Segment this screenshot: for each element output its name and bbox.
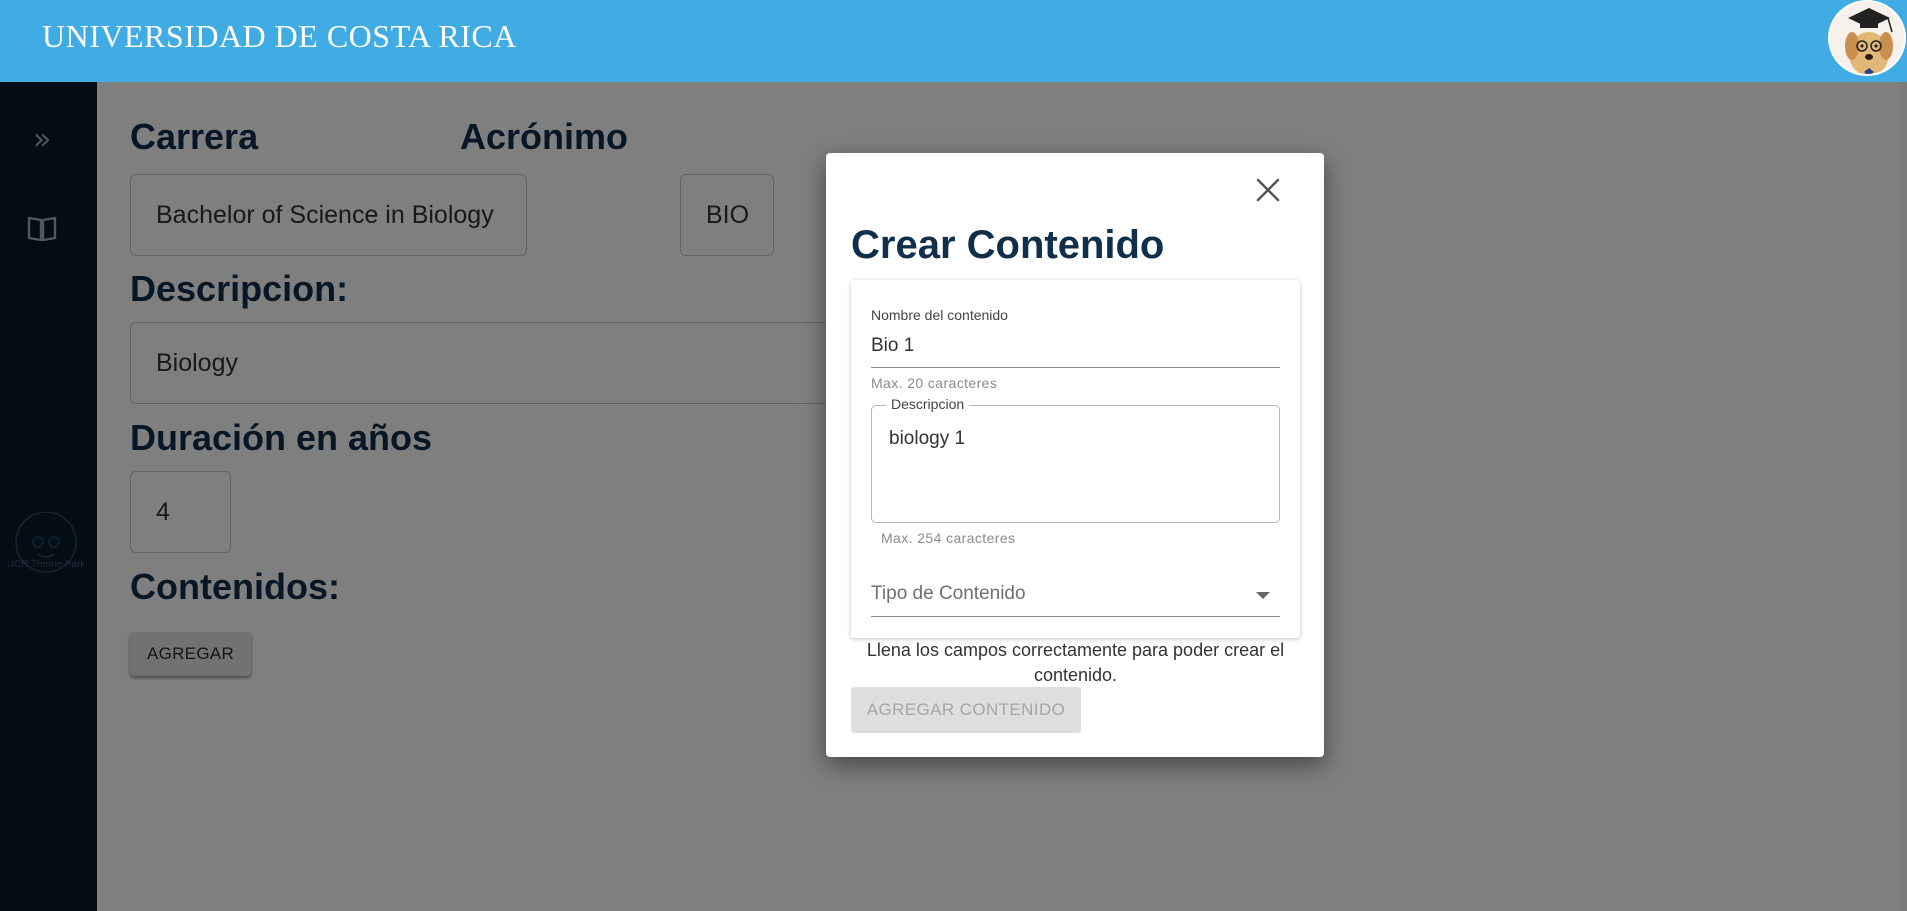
- nombre-underline: [871, 367, 1280, 368]
- close-icon[interactable]: [1253, 175, 1283, 205]
- user-avatar[interactable]: [1828, 0, 1906, 76]
- crear-contenido-dialog: Crear Contenido Nombre del contenido Bio…: [826, 153, 1324, 757]
- descripcion-legend: Descripcion: [886, 396, 970, 412]
- nombre-label: Nombre del contenido: [871, 307, 1008, 323]
- tipo-contenido-select[interactable]: Tipo de Contenido: [871, 583, 1026, 605]
- page-scrollbar[interactable]: [1901, 82, 1907, 911]
- agregar-contenido-button[interactable]: AGREGAR CONTENIDO: [851, 687, 1081, 733]
- validation-hint: Llena los campos correctamente para pode…: [866, 640, 1285, 685]
- chevron-down-icon[interactable]: [1256, 592, 1270, 599]
- ucr-logo-text[interactable]: UNIVERSIDAD DE COSTA RICA: [42, 18, 517, 55]
- dialog-form-card: Nombre del contenido Bio 1 Max. 20 carac…: [851, 280, 1300, 638]
- descripcion-help-text: Max. 254 caracteres: [881, 530, 1016, 546]
- descripcion-textarea-value: biology 1: [889, 428, 966, 449]
- nombre-input[interactable]: Bio 1: [871, 335, 914, 357]
- nombre-help-text: Max. 20 caracteres: [871, 375, 998, 391]
- app-header: UNIVERSIDAD DE COSTA RICA: [0, 0, 1907, 82]
- dog-graduate-avatar-icon: [1830, 2, 1904, 74]
- descripcion-textarea[interactable]: Descripcion biology 1: [871, 396, 1280, 523]
- tipo-underline: [871, 616, 1280, 617]
- dialog-title: Crear Contenido: [851, 223, 1165, 267]
